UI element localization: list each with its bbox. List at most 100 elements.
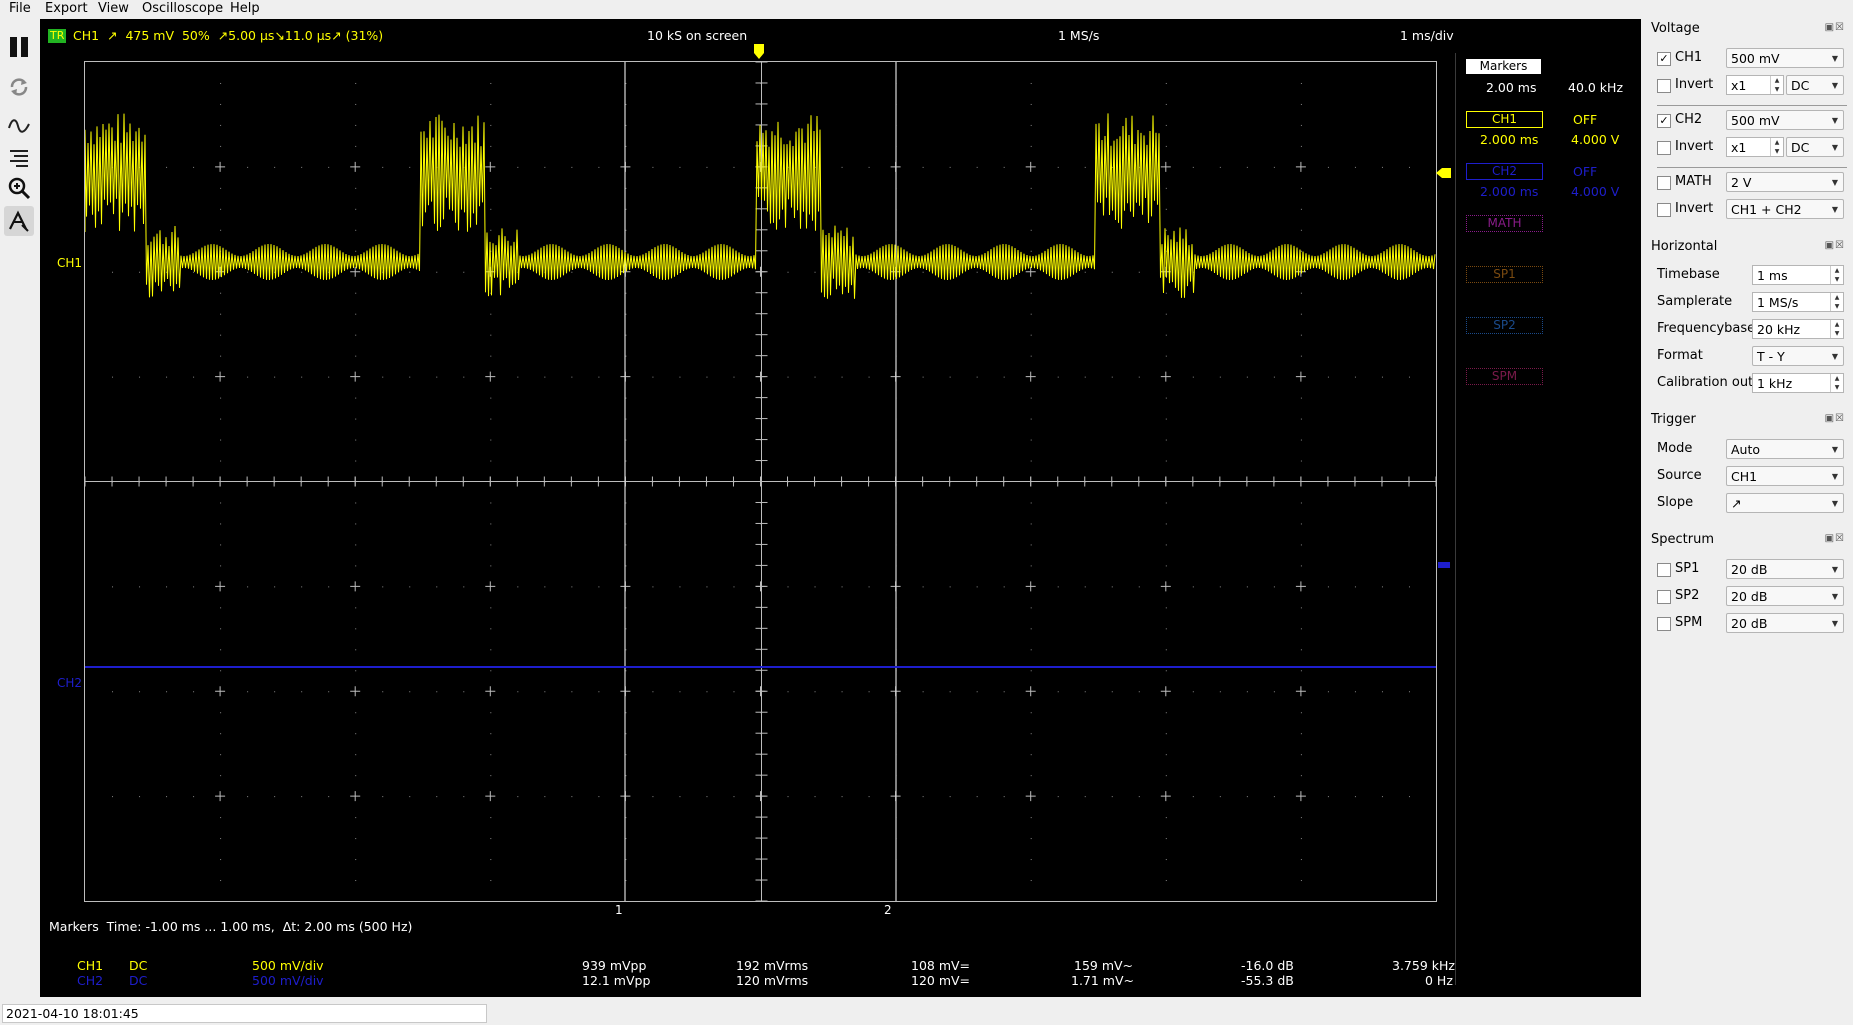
trigger-slope-select[interactable]: ↗ ▼ [1726, 493, 1844, 513]
grid-dot [1165, 313, 1167, 315]
grid-dot [1165, 103, 1167, 105]
ch2-gain-select[interactable]: 500 mV ▼ [1726, 110, 1844, 130]
grid-cross [485, 161, 496, 172]
dock-float-close-icon[interactable]: ▣☒ [1825, 533, 1845, 544]
grid-cross [1295, 371, 1306, 382]
dock-float-close-icon[interactable]: ▣☒ [1825, 22, 1845, 33]
spin-arrows-icon[interactable]: ▲ ▼ [1830, 266, 1843, 284]
menu-view[interactable]: View [98, 1, 129, 16]
markers-title[interactable]: Markers [1466, 59, 1541, 74]
grid-dot [706, 166, 708, 168]
grid-dot [220, 355, 222, 357]
markers-sp2-button[interactable]: SP2 [1466, 317, 1543, 334]
dock-float-close-icon[interactable]: ▣☒ [1825, 240, 1845, 251]
grid-dot [355, 628, 357, 630]
spin-arrows-icon[interactable]: ▲ ▼ [1770, 76, 1783, 94]
grid-dot [247, 376, 249, 378]
marker-1-label[interactable]: 1 [615, 903, 623, 917]
grid-dot [463, 271, 465, 273]
grid-dot [1138, 796, 1140, 798]
pause-button[interactable] [4, 32, 34, 62]
sp2-checkbox[interactable] [1657, 590, 1671, 604]
math-gain-select[interactable]: 2 V ▼ [1726, 172, 1844, 192]
grid-dot [1273, 166, 1275, 168]
grid-dot [814, 271, 816, 273]
menu-oscilloscope[interactable]: Oscilloscope [142, 1, 223, 16]
ch2-level-marker[interactable] [1438, 562, 1450, 568]
grid-dot [355, 859, 357, 861]
ch2-probe-value: x1 [1731, 140, 1747, 155]
menu-file[interactable]: File [9, 1, 31, 16]
grid-dot [220, 859, 222, 861]
grid-cross [215, 791, 226, 802]
markers-ch2-button[interactable]: CH2 [1466, 163, 1543, 180]
calibration-spinbox[interactable]: 1 kHz ▲ ▼ [1752, 373, 1844, 393]
menu-export[interactable]: Export [45, 1, 88, 16]
math-mode-select[interactable]: CH1 + CH2 ▼ [1726, 199, 1844, 219]
grid-dot [490, 313, 492, 315]
sp2-magnitude-select[interactable]: 20 dB ▼ [1726, 586, 1844, 606]
timebase-spinbox[interactable]: 1 ms ▲ ▼ [1752, 265, 1844, 285]
align-button[interactable] [4, 142, 34, 172]
frequencybase-spinbox[interactable]: 20 kHz ▲ ▼ [1752, 319, 1844, 339]
meas-ch2-vdc: 120 mV= [911, 973, 971, 988]
grid-dot [355, 439, 357, 441]
measure-button[interactable] [4, 206, 34, 236]
marker-2-label[interactable]: 2 [884, 903, 892, 917]
markers-ch1-button[interactable]: CH1 [1466, 111, 1543, 128]
ch2-enable-checkbox[interactable]: ✓ [1657, 114, 1671, 128]
sp1-magnitude-select[interactable]: 20 dB ▼ [1726, 559, 1844, 579]
grid-dot [571, 691, 573, 693]
trigger-source-select[interactable]: CH1 ▼ [1726, 466, 1844, 486]
ch1-enable-checkbox[interactable]: ✓ [1657, 52, 1671, 66]
grid-dot [1300, 418, 1302, 420]
frequencybase-label: Frequencybase [1657, 321, 1756, 336]
meas-ch1-scale: 500 mV/div [252, 958, 324, 973]
samplerate-spinbox[interactable]: 1 MS/s ▲ ▼ [1752, 292, 1844, 312]
ch2-coupling-select[interactable]: DC ▼ [1786, 137, 1844, 157]
grid-dot [1165, 712, 1167, 714]
grid-dot [355, 754, 357, 756]
spm-checkbox[interactable] [1657, 617, 1671, 631]
markers-ch1-value: 4.000 V [1571, 132, 1620, 147]
trigger-level-icon[interactable] [1435, 166, 1451, 180]
markers-sp1-button[interactable]: SP1 [1466, 266, 1543, 283]
spin-arrows-icon[interactable]: ▲ ▼ [1770, 138, 1783, 156]
grid-cross [215, 581, 226, 592]
sp1-checkbox[interactable] [1657, 563, 1671, 577]
spin-arrows-icon[interactable]: ▲ ▼ [1830, 293, 1843, 311]
plot-area[interactable] [84, 61, 1437, 902]
math-enable-checkbox[interactable] [1657, 176, 1671, 190]
grid-dot [1030, 880, 1032, 882]
grid-cross [350, 791, 361, 802]
chevron-down-icon: ▼ [1831, 178, 1838, 187]
trigger-position-icon[interactable] [752, 44, 766, 60]
menu-help[interactable]: Help [230, 1, 260, 16]
dock-float-close-icon[interactable]: ▣☒ [1825, 413, 1845, 424]
grid-dot [355, 460, 357, 462]
ch1-probe-spinbox[interactable]: x1 ▲ ▼ [1726, 75, 1784, 95]
trigger-source-label: Source [1657, 468, 1702, 483]
grid-dot [1381, 796, 1383, 798]
grid-dot [355, 82, 357, 84]
markers-spm-button[interactable]: SPM [1466, 368, 1543, 385]
spin-arrows-icon[interactable]: ▲ ▼ [1830, 320, 1843, 338]
ch2-probe-spinbox[interactable]: x1 ▲ ▼ [1726, 137, 1784, 157]
ch1-invert-checkbox[interactable] [1657, 79, 1671, 93]
ch1-coupling-select[interactable]: DC ▼ [1786, 75, 1844, 95]
grid-dot [571, 376, 573, 378]
grid-dot [220, 439, 222, 441]
waveform-button[interactable] [4, 111, 34, 141]
format-select[interactable]: T - Y ▼ [1752, 346, 1844, 366]
zoom-button[interactable] [4, 173, 34, 203]
ch1-gain-select[interactable]: 500 mV ▼ [1726, 48, 1844, 68]
waveform-display [85, 62, 1436, 901]
grid-dot [814, 796, 816, 798]
spm-magnitude-select[interactable]: 20 dB ▼ [1726, 613, 1844, 633]
ch2-invert-checkbox[interactable] [1657, 141, 1671, 155]
refresh-button[interactable] [4, 72, 34, 102]
trigger-mode-select[interactable]: Auto ▼ [1726, 439, 1844, 459]
spin-arrows-icon[interactable]: ▲ ▼ [1830, 374, 1843, 392]
math-invert-checkbox[interactable] [1657, 203, 1671, 217]
markers-math-button[interactable]: MATH [1466, 215, 1543, 232]
